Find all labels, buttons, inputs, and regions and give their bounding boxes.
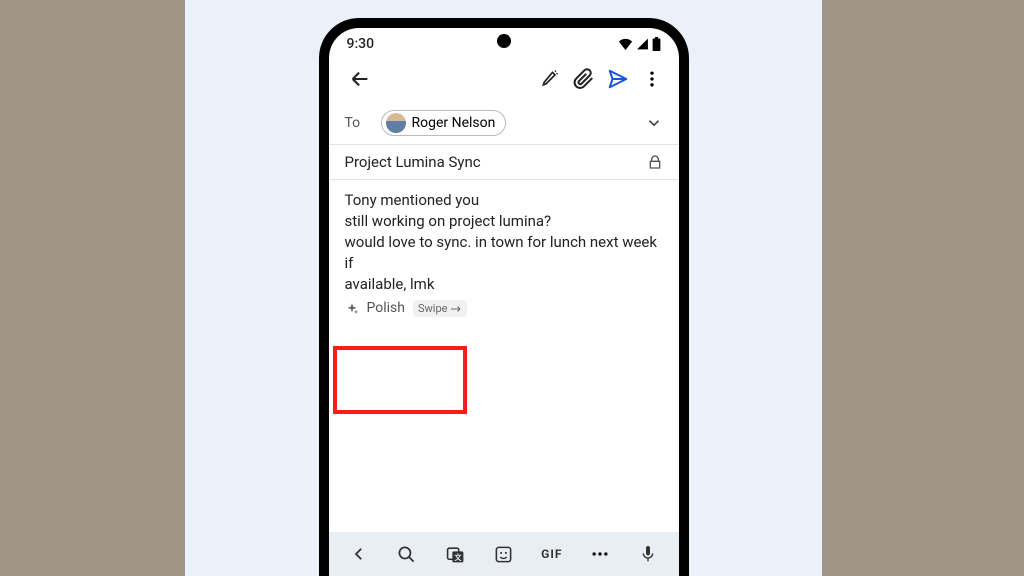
subject-text: Project Lumina Sync — [345, 153, 647, 171]
battery-icon — [652, 37, 661, 51]
more-menu-icon[interactable] — [635, 62, 669, 96]
email-body[interactable]: Tony mentioned you still working on proj… — [329, 180, 679, 333]
body-line: still working on project lumina? — [345, 211, 663, 232]
kb-back-icon[interactable] — [343, 538, 375, 570]
magic-compose-icon[interactable] — [533, 62, 567, 96]
app-bar — [329, 56, 679, 102]
sparkle-icon — [345, 302, 359, 316]
to-field-row[interactable]: To Roger Nelson — [329, 102, 679, 145]
cell-signal-icon — [636, 38, 649, 50]
kb-gif-button[interactable]: GIF — [536, 538, 568, 570]
body-line: Tony mentioned you — [345, 190, 663, 211]
kb-sticker-icon[interactable] — [487, 538, 519, 570]
recipient-name: Roger Nelson — [412, 115, 496, 131]
back-button[interactable] — [343, 62, 377, 96]
kb-mic-icon[interactable] — [632, 538, 664, 570]
phone-frame: 9:30 To — [319, 18, 689, 576]
suggestion-label: Polish — [367, 299, 405, 319]
stage: 9:30 To — [185, 0, 822, 576]
send-button[interactable] — [601, 62, 635, 96]
attachment-icon[interactable] — [567, 62, 601, 96]
camera-cutout — [497, 34, 511, 48]
to-label: To — [345, 115, 381, 131]
callout-highlight — [333, 346, 467, 414]
swipe-hint: Swipe — [413, 300, 467, 317]
left-margin — [0, 0, 185, 576]
subject-row[interactable]: Project Lumina Sync — [329, 145, 679, 180]
avatar — [386, 113, 406, 133]
svg-text:文: 文 — [454, 553, 462, 562]
polish-suggestion[interactable]: Polish Swipe — [345, 299, 468, 319]
kb-more-icon[interactable] — [584, 538, 616, 570]
lock-icon — [647, 154, 663, 170]
clock: 9:30 — [347, 36, 375, 52]
kb-search-icon[interactable] — [391, 538, 423, 570]
keyboard-toolbar: 文 GIF — [329, 532, 679, 576]
right-margin — [822, 0, 1024, 576]
recipient-chip[interactable]: Roger Nelson — [381, 110, 507, 136]
wifi-icon — [618, 38, 633, 50]
body-line: would love to sync. in town for lunch ne… — [345, 232, 663, 274]
kb-translate-icon[interactable]: 文 — [439, 538, 471, 570]
body-line: available, lmk — [345, 274, 663, 295]
chevron-down-icon[interactable] — [645, 114, 663, 132]
